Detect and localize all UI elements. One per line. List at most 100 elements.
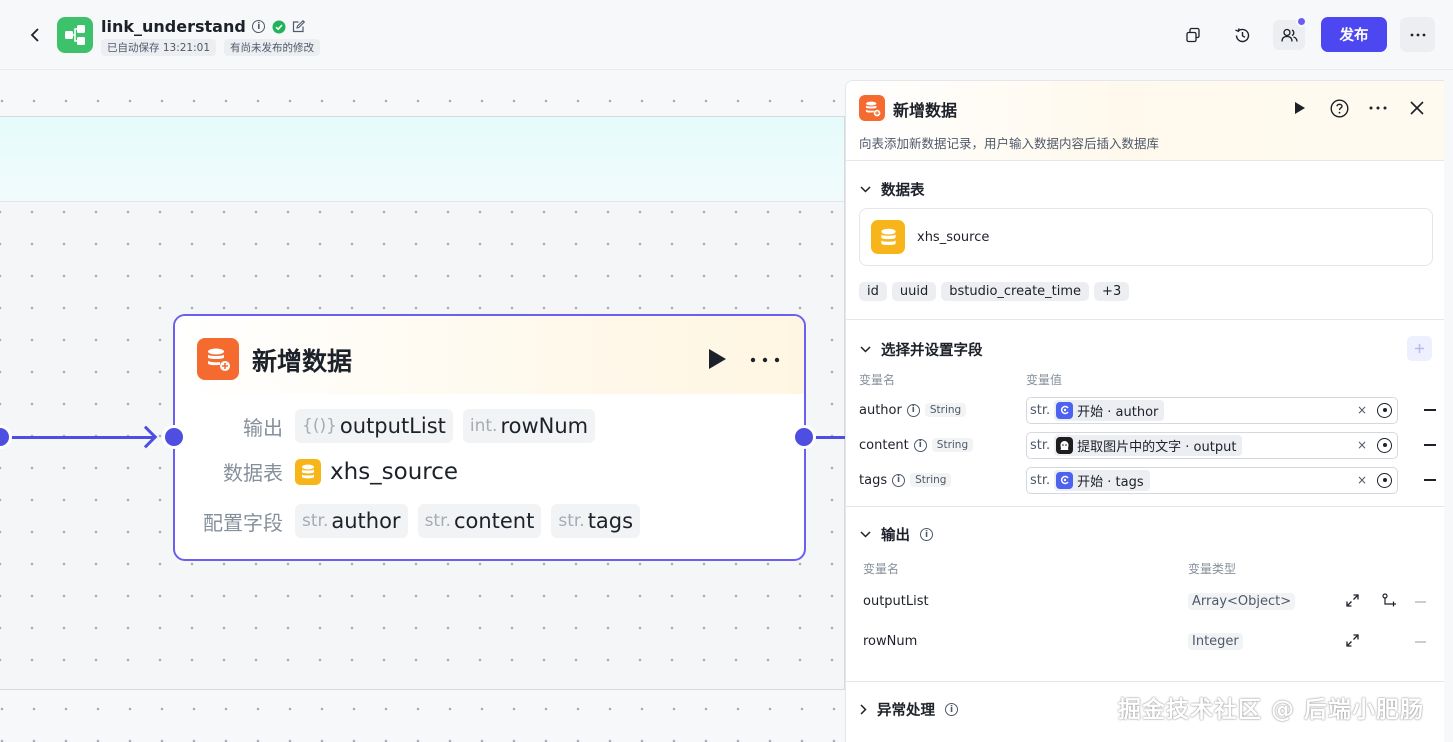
fields-section-toggle[interactable]: 选择并设置字段 [860, 339, 983, 360]
watermark: 掘金技术社区 @ 后端小肥肠 [1118, 697, 1425, 723]
output-name: outputList [863, 593, 929, 609]
error-section-title: 异常处理 [877, 703, 935, 719]
panel-more-icon[interactable] [1367, 97, 1389, 119]
verified-icon [272, 20, 286, 34]
insert-data-node[interactable]: 新增数据 输出 {()} outputList int. rowNum 数据表 xh… [173, 314, 806, 561]
output-row: rowNum Integer [863, 627, 1433, 655]
variable-picker-icon[interactable] [1377, 437, 1392, 453]
table-section-toggle[interactable]: 数据表 [860, 179, 925, 200]
save-status: 已自动保存 13:21:01 有尚未发布的修改 [101, 39, 320, 56]
table-field-chips: id uuid bstudio_create_time +3 [859, 282, 1130, 301]
error-section-toggle[interactable]: 异常处理 i [860, 699, 958, 720]
group-header [0, 117, 844, 202]
info-icon[interactable]: i [906, 403, 920, 417]
autosave-tag: 已自动保存 13:21:01 [101, 39, 216, 56]
clear-icon[interactable]: × [1357, 438, 1367, 452]
add-field-button[interactable] [1407, 336, 1432, 361]
output-section-title: 输出 [881, 528, 910, 544]
field-value-input[interactable]: str. 提取图片中的文字 · output × [1026, 431, 1398, 459]
info-icon[interactable]: i [892, 473, 906, 487]
variable-source: 开始 · author [1077, 404, 1159, 420]
chevron-right-icon [860, 704, 867, 715]
divider [846, 506, 1444, 507]
copy-icon[interactable] [1177, 20, 1209, 50]
edit-icon[interactable] [292, 20, 306, 34]
run-icon[interactable] [1289, 97, 1311, 119]
field-name: tags [859, 472, 888, 488]
history-icon[interactable] [1226, 20, 1258, 50]
table-card[interactable]: xhs_source [859, 208, 1433, 266]
variable-source: 提取图片中的文字 · output [1077, 439, 1237, 455]
remove-field-icon[interactable] [1424, 479, 1436, 481]
field-row: content i String str. 提取图片中的文字 · output … [859, 431, 1436, 459]
back-icon[interactable] [24, 24, 46, 46]
variable-picker-icon[interactable] [1377, 472, 1392, 488]
output-type: Integer [1188, 632, 1243, 650]
column-header-name: 变量名 [859, 373, 896, 387]
output-pill: {()} outputList [295, 409, 453, 443]
workflow-canvas[interactable]: 新增数据 输出 {()} outputList int. rowNum 数据表 xh… [0, 71, 845, 742]
type-prefix: int. [469, 416, 498, 436]
more-icon[interactable] [1400, 17, 1435, 52]
column-header-value: 变量值 [1026, 373, 1063, 387]
type-prefix: str. [1030, 402, 1051, 418]
variable-source: 开始 · tags [1077, 474, 1144, 490]
table-field-chip: id [859, 282, 887, 301]
field-name: content [453, 509, 535, 533]
table-name: xhs_source [330, 458, 459, 485]
chevron-down-icon [860, 531, 871, 538]
incoming-edge[interactable] [0, 436, 155, 439]
chevron-down-icon [860, 186, 871, 193]
run-icon[interactable] [707, 348, 727, 374]
ai-node-icon [1056, 436, 1074, 454]
field-type-tag: String [924, 403, 967, 417]
collaborators-icon[interactable] [1273, 16, 1307, 50]
remove-output-icon[interactable] [1415, 601, 1426, 603]
type-prefix: str. [1030, 472, 1051, 488]
field-type-tag: String [931, 438, 974, 452]
output-section-toggle[interactable]: 输出 i [860, 524, 933, 545]
type-prefix: str. [302, 511, 329, 531]
table-section-title: 数据表 [881, 183, 925, 199]
field-pill: str. author [295, 504, 408, 538]
chevron-down-icon [860, 346, 871, 353]
app-name: link_understand [101, 17, 246, 36]
node-output-port[interactable] [792, 425, 816, 449]
variable-picker-icon[interactable] [1377, 402, 1392, 418]
info-icon[interactable]: i [913, 438, 927, 452]
node-input-port[interactable] [162, 425, 186, 449]
add-child-icon[interactable] [1382, 593, 1397, 612]
variable-reference: 开始 · tags [1054, 469, 1150, 491]
type-prefix: str. [424, 511, 451, 531]
remove-output-icon[interactable] [1415, 641, 1426, 643]
field-value-input[interactable]: str. 开始 · author × [1026, 396, 1398, 424]
start-icon [1056, 401, 1074, 419]
panel-title[interactable]: 新增数据 [893, 97, 957, 121]
publish-button[interactable]: 发布 [1321, 17, 1387, 52]
info-icon[interactable]: i [920, 528, 933, 541]
clear-icon[interactable]: × [1357, 473, 1367, 487]
help-icon[interactable] [1328, 97, 1350, 119]
clear-icon[interactable]: × [1357, 403, 1367, 417]
remove-field-icon[interactable] [1424, 409, 1436, 411]
field-pill: str. content [417, 504, 542, 538]
remove-field-icon[interactable] [1424, 444, 1436, 446]
info-icon[interactable]: i [252, 20, 266, 34]
node-more-icon[interactable] [750, 344, 780, 368]
output-name: outputList [339, 414, 446, 438]
field-value-input[interactable]: str. 开始 · tags × [1026, 466, 1398, 494]
table-field-chip: bstudio_create_time [941, 282, 1090, 301]
divider [846, 319, 1444, 320]
table-label: 数据表 [223, 461, 283, 485]
output-name: rowNum [863, 633, 918, 649]
database-add-icon [859, 95, 885, 121]
more-fields-chip[interactable]: +3 [1094, 282, 1130, 301]
expand-icon[interactable] [1346, 634, 1359, 651]
expand-icon[interactable] [1346, 594, 1359, 611]
divider [846, 681, 1444, 682]
field-pill: str. tags [551, 504, 641, 538]
field-name-cell: author i String [859, 403, 1027, 418]
info-icon[interactable]: i [945, 703, 958, 716]
unpublished-tag: 有尚未发布的修改 [224, 39, 320, 56]
close-icon[interactable] [1406, 97, 1428, 119]
